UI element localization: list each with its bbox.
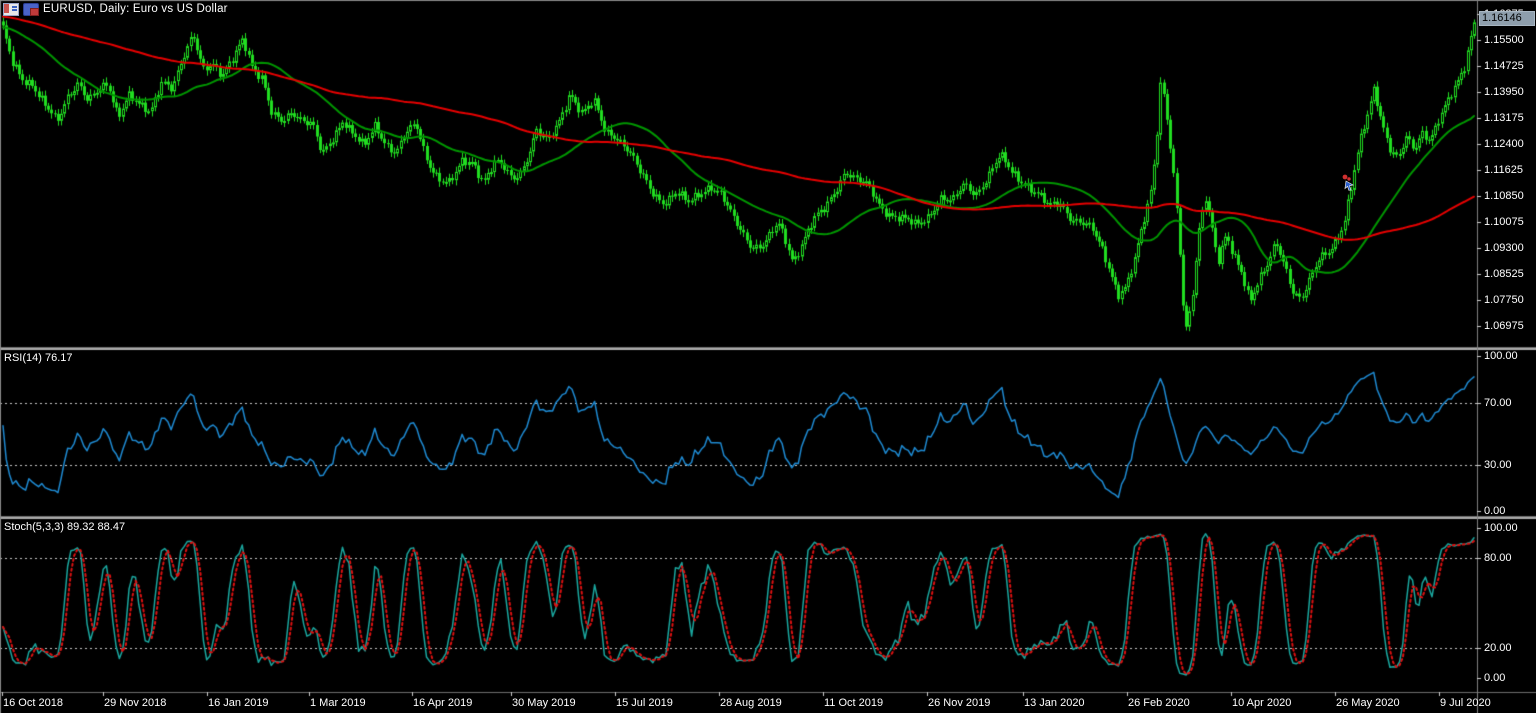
date-tick-label: 16 Jan 2019 xyxy=(208,697,269,709)
price-axis[interactable] xyxy=(1478,0,1536,692)
date-tick-label: 16 Oct 2018 xyxy=(3,697,63,709)
stoch-tick-label: 20.00 xyxy=(1484,642,1512,654)
chart-window-icon[interactable] xyxy=(3,3,19,16)
drag-drop-cursor-icon xyxy=(1338,172,1358,192)
date-tick-label: 1 Mar 2019 xyxy=(310,697,366,709)
chart-title: EURUSD, Daily: Euro vs US Dollar xyxy=(43,3,228,15)
date-tick-label: 30 May 2019 xyxy=(512,697,576,709)
date-tick-label: 28 Aug 2019 xyxy=(720,697,782,709)
current-price-tag: 1.16146 xyxy=(1479,11,1535,26)
rsi-tick-label: 0.00 xyxy=(1484,505,1505,517)
date-tick-label: 15 Jul 2019 xyxy=(616,697,673,709)
price-tick-label: 1.14725 xyxy=(1484,60,1524,72)
date-tick-label: 9 Jul 2020 xyxy=(1440,697,1491,709)
date-tick-label: 26 Feb 2020 xyxy=(1128,697,1190,709)
price-tick-label: 1.15500 xyxy=(1484,34,1524,46)
price-tick-label: 1.09300 xyxy=(1484,242,1524,254)
price-tick-label: 1.13950 xyxy=(1484,86,1524,98)
chart-title-bar: EURUSD, Daily: Euro vs US Dollar xyxy=(3,2,228,16)
price-tick-label: 1.10850 xyxy=(1484,190,1524,202)
chart-window: EURUSD, Daily: Euro vs US Dollar RSI(14)… xyxy=(0,0,1536,713)
date-tick-label: 26 Nov 2019 xyxy=(928,697,990,709)
date-tick-label: 26 May 2020 xyxy=(1336,697,1400,709)
price-tick-label: 1.07750 xyxy=(1484,294,1524,306)
rsi-tick-label: 30.00 xyxy=(1484,459,1512,471)
chart-canvas[interactable] xyxy=(0,0,1536,713)
price-tick-label: 1.13175 xyxy=(1484,112,1524,124)
rsi-tick-label: 70.00 xyxy=(1484,397,1512,409)
stoch-tick-label: 0.00 xyxy=(1484,672,1505,684)
indicator-window-icon[interactable] xyxy=(23,3,39,16)
date-tick-label: 29 Nov 2018 xyxy=(104,697,166,709)
stoch-panel-label: Stoch(5,3,3) 89.32 88.47 xyxy=(4,521,125,533)
date-tick-label: 13 Jan 2020 xyxy=(1024,697,1085,709)
date-tick-label: 10 Apr 2020 xyxy=(1232,697,1291,709)
price-tick-label: 1.12400 xyxy=(1484,138,1524,150)
date-tick-label: 16 Apr 2019 xyxy=(413,697,472,709)
price-tick-label: 1.06975 xyxy=(1484,320,1524,332)
date-tick-label: 11 Oct 2019 xyxy=(824,697,883,709)
rsi-tick-label: 100.00 xyxy=(1484,350,1518,362)
price-tick-label: 1.10075 xyxy=(1484,216,1524,228)
rsi-panel-label: RSI(14) 76.17 xyxy=(4,352,72,364)
stoch-tick-label: 80.00 xyxy=(1484,552,1512,564)
price-tick-label: 1.11625 xyxy=(1484,164,1523,176)
stoch-tick-label: 100.00 xyxy=(1484,522,1518,534)
price-tick-label: 1.08525 xyxy=(1484,268,1524,280)
